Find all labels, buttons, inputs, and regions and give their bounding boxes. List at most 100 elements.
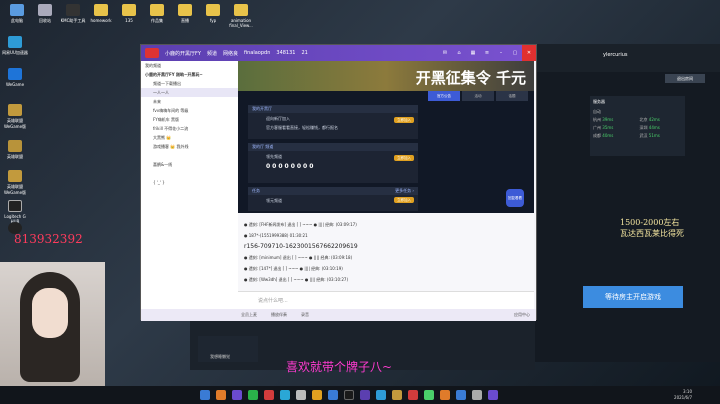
channel-row[interactable]: fvv嗨嗨车间的 等级 (141, 106, 238, 115)
channel-row[interactable]: 一人一人 (141, 88, 238, 97)
taskbar-app-icon[interactable] (232, 390, 242, 400)
taskbar-app-icon[interactable] (248, 390, 258, 400)
voice-chat-window: 小鹿的开黑厅FY 频道 网络良 finalaopdn 348131 21 ✉ ⌂… (140, 44, 537, 321)
server-item[interactable]: 杭州 39ms (593, 117, 636, 123)
taskbar-app-icon[interactable] (472, 390, 482, 400)
live-folder-icon[interactable]: 直播 (172, 4, 198, 24)
fyp-folder-icon[interactable]: fyp (200, 4, 226, 23)
animation-file-icon[interactable]: animation final_View... (228, 4, 254, 28)
server-item[interactable]: 广州 35ms (593, 125, 636, 131)
more-link[interactable]: 更多任务 › (395, 187, 414, 195)
home-icon[interactable]: ⌂ (452, 45, 466, 61)
taskbar-app-icon[interactable] (296, 390, 306, 400)
logitech-ghub-icon[interactable]: Logitech G HUB (2, 200, 28, 224)
taskbar-app-icon[interactable] (360, 390, 370, 400)
promo-banner[interactable]: 开黑征集令 千元 (238, 61, 534, 91)
portfolio-folder-icon[interactable]: 作品集 (144, 4, 170, 24)
recycle-bin-icon[interactable]: 回收站 (32, 4, 58, 24)
channel-row[interactable]: 小鹿的开黑厅FY 刚哟~开黑玩~ (141, 70, 238, 79)
bg-user-name: 我想睡懒觉 (210, 354, 230, 359)
system-clock[interactable]: 3:10 2021/6/7 (674, 389, 692, 401)
webcam-overlay (0, 262, 105, 387)
taskbar-app-icon[interactable] (328, 390, 338, 400)
chat-input[interactable]: 说点什么吧... (238, 291, 534, 309)
taskbar-app-icon[interactable] (408, 390, 418, 400)
promo-text: 喜欢就带个牌子八~ (286, 360, 393, 374)
channel-row[interactable]: 游戏播客 👑 我外线 (141, 142, 238, 151)
server-item[interactable]: 自动 (593, 109, 636, 115)
join-button[interactable]: 立即加入 (394, 117, 414, 123)
channel-row[interactable]: 喜鹊&一线 (141, 160, 238, 169)
launcher-top-button[interactable]: 退出房间 (665, 74, 705, 83)
center-panel: 开黑征集令 千元 我的开黑厅 迎向新厅加入 官方客服看看直接，轻松赚钱，都行报名… (238, 61, 534, 213)
reply-button[interactable]: 回复看看 (506, 189, 524, 207)
taskbar-app-icon[interactable] (440, 390, 450, 400)
channel-row[interactable]: 大黑熊 👑 (141, 133, 238, 142)
server-item[interactable]: 成都 40ms (593, 133, 636, 139)
chat-message: ● 187*-(1551999388) 01:30:21 (244, 233, 308, 238)
server-title: 服务器 (593, 99, 605, 104)
grid-icon[interactable]: ▦ (466, 45, 480, 61)
wait-host-start-button[interactable]: 等待房主开启游戏 (583, 286, 683, 308)
taskbar-app-icon[interactable] (280, 390, 290, 400)
lol-wegame-icon[interactable]: 英雄联盟WeGame版 (2, 104, 28, 130)
card-line: 官方客服看看直接，轻松赚钱，都行报名 (266, 125, 338, 130)
play-music-button[interactable]: 播放伴奏 (271, 312, 287, 318)
channel-row[interactable]: 未来 (141, 97, 238, 106)
wegame-icon[interactable]: WeGame (2, 68, 28, 87)
taskbar-app-icon[interactable] (264, 390, 274, 400)
join-button[interactable]: 立即加入 (394, 197, 414, 203)
menu-icon[interactable]: ≡ (480, 45, 494, 61)
app-center-button[interactable]: 应用中心 (514, 312, 530, 318)
channel-row[interactable]: 频道一下载播出 (141, 79, 238, 88)
icon-label: 直播 (181, 18, 189, 23)
homework-folder-icon[interactable]: homework (88, 4, 114, 23)
taskbar-app-icon[interactable] (424, 390, 434, 400)
channel-row[interactable]: FY嗨机车 黑版 (141, 115, 238, 124)
taskbar-app-icon[interactable] (376, 390, 386, 400)
qq-number-text: 813932392 (14, 232, 83, 246)
channel-row[interactable] (141, 151, 238, 160)
channel-row[interactable]: { '_' } (141, 178, 238, 187)
icon-label: 135 (125, 18, 133, 23)
maximize-icon[interactable]: ▢ (508, 45, 522, 61)
chat-message: r156-709710-1623001567662209619 (244, 243, 358, 250)
title-item: 21 (301, 50, 308, 56)
window-titlebar[interactable]: 小鹿的开黑厅FY 频道 网络良 finalaopdn 348131 21 ✉ ⌂… (141, 45, 536, 61)
tab[interactable]: 活动 (462, 91, 494, 101)
launcher-username: ylercurius (603, 52, 628, 58)
taskbar-app-icon[interactable] (200, 390, 210, 400)
taskbar-app-icon[interactable] (392, 390, 402, 400)
taskbar-app-icon[interactable] (488, 390, 498, 400)
all-mic-button[interactable]: 全员上麦 (241, 312, 257, 318)
lol-icon[interactable]: 英雄联盟 (2, 140, 28, 160)
close-icon[interactable]: ✕ (522, 45, 536, 61)
channel-row[interactable]: 我的频道 (141, 61, 238, 70)
chat-message: ● 遗刻: [minimum] 退出 [ ] ~~~ ● |||| 经典: (0… (244, 255, 353, 260)
card-line: 领元频道 (266, 198, 282, 203)
taskbar-app-icon[interactable] (216, 390, 226, 400)
tab[interactable]: 官方公告 (428, 91, 460, 101)
this-pc-icon[interactable]: 此电脑 (4, 4, 30, 24)
taskbar-app-icon[interactable] (456, 390, 466, 400)
server-item[interactable]: 北京 42ms (640, 117, 683, 123)
mail-icon[interactable]: ✉ (438, 45, 452, 61)
price-line: 瓦达西瓦莱比得死 (620, 229, 684, 238)
record-button[interactable]: 录音 (301, 312, 309, 318)
icon-label: animation final_View... (229, 18, 253, 28)
taskbar-app-icon[interactable] (312, 390, 322, 400)
taskbar-app-icon[interactable] (344, 390, 354, 400)
channel-row[interactable]: frikill 不得花小二流 (141, 124, 238, 133)
icon-label: KMC助手工具 (60, 18, 86, 23)
server-item[interactable]: 武汉 51ms (640, 133, 683, 139)
lol-wegame-2-icon[interactable]: 英雄联盟WeGame版 (2, 170, 28, 196)
join-button[interactable]: 立即加入 (394, 155, 414, 161)
channel-row[interactable] (141, 169, 238, 178)
folder-135-icon[interactable]: 135 (116, 4, 142, 23)
kmc-tool-icon[interactable]: KMC助手工具 (60, 4, 86, 24)
tab[interactable]: 话题 (496, 91, 528, 101)
server-item[interactable]: 深圳 44ms (640, 125, 683, 131)
uu-booster-icon[interactable]: 网易UU加速器 (2, 36, 28, 56)
icon-label: homework (90, 18, 112, 23)
minimize-icon[interactable]: – (494, 45, 508, 61)
